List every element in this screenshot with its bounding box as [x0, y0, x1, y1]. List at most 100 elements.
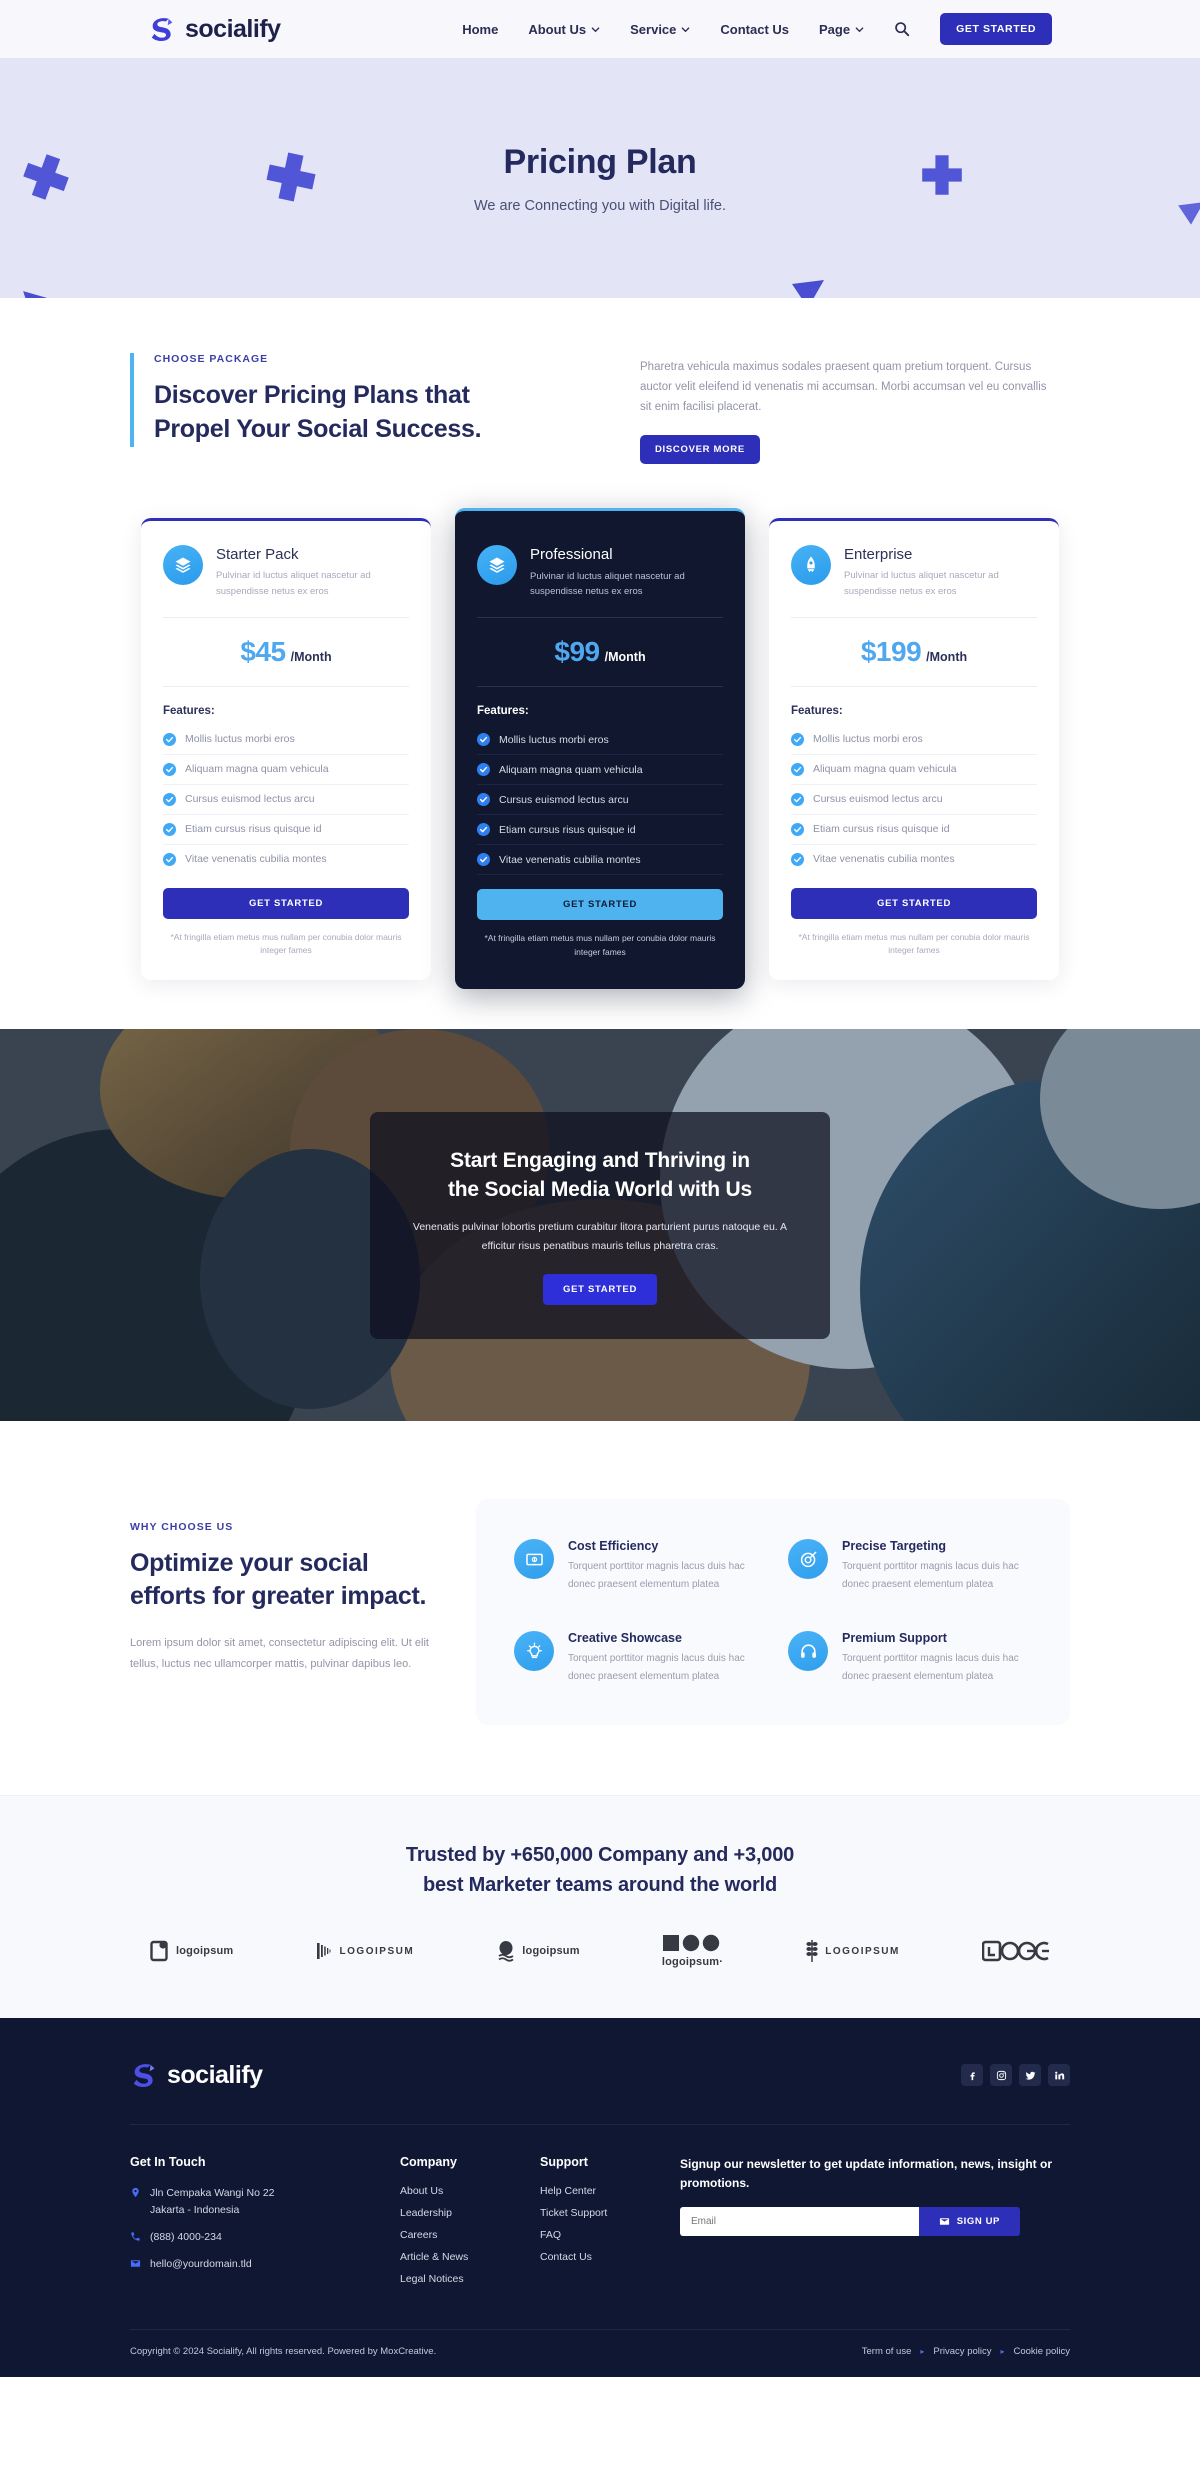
nav-item-page[interactable]: Page — [819, 22, 864, 37]
pricing-intro-body: Pharetra vehicula maximus sodales praese… — [640, 361, 1047, 414]
pricing-eyebrow: CHOOSE PACKAGE — [154, 353, 269, 365]
plan-feature-label: Cursus euismod lectus arcu — [185, 793, 315, 806]
footer-link[interactable]: Article & News — [400, 2251, 540, 2263]
nav-item-about-us[interactable]: About Us — [528, 22, 600, 37]
linkedin-icon[interactable] — [1048, 2064, 1070, 2087]
client-logo-text: LOGOIPSUM — [339, 1945, 415, 1957]
footer-link[interactable]: Careers — [400, 2229, 540, 2241]
plan-feature-item: Mollis luctus morbi eros — [477, 725, 723, 756]
divider — [163, 685, 409, 687]
cta-get-started-button[interactable]: GET STARTED — [542, 1274, 658, 1306]
pricing-card-header: Enterprise Pulvinar id luctus aliquet na… — [791, 544, 1037, 599]
bars-logo-icon — [316, 1943, 331, 1960]
site-footer: socialify Get In Touch Jln Cempaka Wangi… — [0, 2018, 1200, 2378]
feature-description: Torquent porttitor magnis lacus duis hac… — [842, 1561, 1019, 1590]
newsletter-email-input[interactable] — [680, 2206, 919, 2236]
footer-column-title: Support — [540, 2155, 588, 2170]
layers-stack-icon — [477, 545, 517, 586]
instagram-icon[interactable] — [990, 2064, 1012, 2087]
chevron-down-icon — [682, 26, 690, 32]
plan-feature-item: Cursus euismod lectus arcu — [477, 785, 723, 816]
check-circle-icon — [477, 853, 490, 867]
plan-get-started-button[interactable]: GET STARTED — [163, 887, 409, 919]
trusted-heading-line1: Trusted by +650,000 Company and +3,000 — [405, 1844, 795, 1867]
pricing-intro-left: CHOOSE PACKAGE Discover Pricing Plans th… — [130, 353, 600, 447]
mail-icon — [130, 2260, 141, 2267]
legal-separator: ▸ — [920, 2347, 925, 2357]
nav-item-home[interactable]: Home — [462, 22, 498, 37]
search-icon[interactable] — [894, 21, 910, 37]
nav-item-label: Service — [630, 21, 677, 37]
check-circle-icon — [791, 852, 804, 866]
divider — [791, 685, 1037, 687]
check-circle-icon — [163, 822, 176, 836]
divider — [477, 617, 723, 619]
legal-link-cookie[interactable]: Cookie policy — [1014, 2346, 1071, 2357]
dots-logo-icon — [663, 1935, 720, 1952]
feature-cost-efficiency: Cost Efficiency Torquent porttitor magni… — [514, 1539, 758, 1593]
nav-item-contact-us[interactable]: Contact Us — [720, 22, 789, 37]
check-circle-icon — [791, 822, 804, 836]
twitter-icon[interactable] — [1019, 2064, 1041, 2087]
facebook-icon[interactable] — [961, 2064, 983, 2087]
check-circle-icon — [163, 852, 176, 866]
hero-section: Pricing Plan We are Connecting you with … — [0, 58, 1200, 298]
chevron-down-icon — [591, 26, 600, 32]
footer-phone[interactable]: (888) 4000-234 — [130, 2229, 400, 2246]
brand-name: socialify — [185, 14, 281, 43]
footer-columns: Get In Touch Jln Cempaka Wangi No 22 Jaka… — [130, 2124, 1070, 2329]
footer-link[interactable]: Contact Us — [540, 2251, 680, 2263]
plan-feature-label: Mollis luctus morbi eros — [813, 733, 923, 746]
cta-content-box: Start Engaging and Thriving in the Socia… — [370, 1111, 830, 1340]
page-subtitle: We are Connecting you with Digital life. — [474, 197, 726, 214]
socialify-logo-icon — [133, 2064, 155, 2088]
footer-column-title: Company — [400, 2155, 457, 2170]
plan-get-started-button[interactable]: GET STARTED — [477, 889, 723, 921]
discover-more-button[interactable]: DISCOVER MORE — [640, 435, 760, 465]
nav-item-label: Contact Us — [720, 21, 790, 37]
plan-get-started-button[interactable]: GET STARTED — [791, 887, 1037, 919]
nav-item-service[interactable]: Service — [630, 22, 690, 37]
footer-link[interactable]: About Us — [400, 2185, 540, 2197]
client-logo-text: logoipsum — [522, 1945, 580, 1958]
why-choose-us-section: WHY CHOOSE US Optimize your social effor… — [0, 1421, 1200, 1796]
legal-link-terms[interactable]: Term of use — [862, 2346, 912, 2357]
brand-logo[interactable]: socialify — [148, 14, 281, 44]
pricing-cards-row: Starter Pack Pulvinar id luctus aliquet … — [0, 508, 1200, 1029]
decorative-triangle-shape — [1178, 202, 1200, 225]
pricing-card-starter[interactable]: Starter Pack Pulvinar id luctus aliquet … — [141, 517, 431, 980]
footer-link[interactable]: Help Center — [540, 2185, 680, 2197]
divider — [477, 686, 723, 688]
legal-link-privacy[interactable]: Privacy policy — [933, 2346, 991, 2357]
check-circle-icon — [163, 762, 176, 776]
check-circle-icon — [791, 732, 804, 746]
wheat-logo-icon — [806, 1940, 818, 1963]
trusted-heading-line2: best Marketer teams around the world — [422, 1874, 777, 1897]
decorative-cone-shape — [23, 291, 47, 298]
feature-premium-support: Premium Support Torquent porttitor magni… — [788, 1631, 1032, 1685]
pricing-card-professional[interactable]: Professional Pulvinar id luctus aliquet … — [455, 508, 745, 990]
newsletter-signup-button[interactable]: SIGN UP — [918, 2206, 1020, 2236]
footer-contact-column: Get In Touch Jln Cempaka Wangi No 22 Jaka… — [130, 2155, 400, 2295]
pricing-heading-line1: Discover Pricing Plans that — [154, 381, 470, 409]
footer-link[interactable]: Leadership — [400, 2207, 540, 2219]
footer-email[interactable]: hello@yourdomain.tld — [130, 2256, 400, 2273]
footer-phone-text: (888) 4000-234 — [150, 2231, 222, 2244]
footer-link[interactable]: FAQ — [540, 2229, 680, 2241]
plan-feature-label: Cursus euismod lectus arcu — [813, 793, 943, 806]
plan-feature-label: Aliquam magna quam vehicula — [185, 763, 329, 776]
footer-newsletter-column: Signup our newsletter to get update info… — [680, 2155, 1070, 2295]
address-line-2: Jakarta - Indonesia — [150, 2204, 240, 2217]
cta-heading-line2: the Social Media World with Us — [448, 1178, 752, 1202]
plan-name: Starter Pack — [216, 545, 299, 563]
nav-get-started-button[interactable]: GET STARTED — [940, 13, 1052, 45]
check-circle-icon — [163, 732, 176, 746]
plan-description: Pulvinar id luctus aliquet nascetur ad s… — [844, 570, 999, 597]
footer-link[interactable]: Legal Notices — [400, 2273, 540, 2285]
mail-icon — [939, 2217, 949, 2225]
feature-title: Premium Support — [842, 1631, 947, 1646]
pricing-intro: CHOOSE PACKAGE Discover Pricing Plans th… — [130, 353, 1070, 465]
footer-link[interactable]: Ticket Support — [540, 2207, 680, 2219]
footer-brand-logo[interactable]: socialify — [130, 2060, 263, 2090]
pricing-card-enterprise[interactable]: Enterprise Pulvinar id luctus aliquet na… — [769, 517, 1059, 980]
